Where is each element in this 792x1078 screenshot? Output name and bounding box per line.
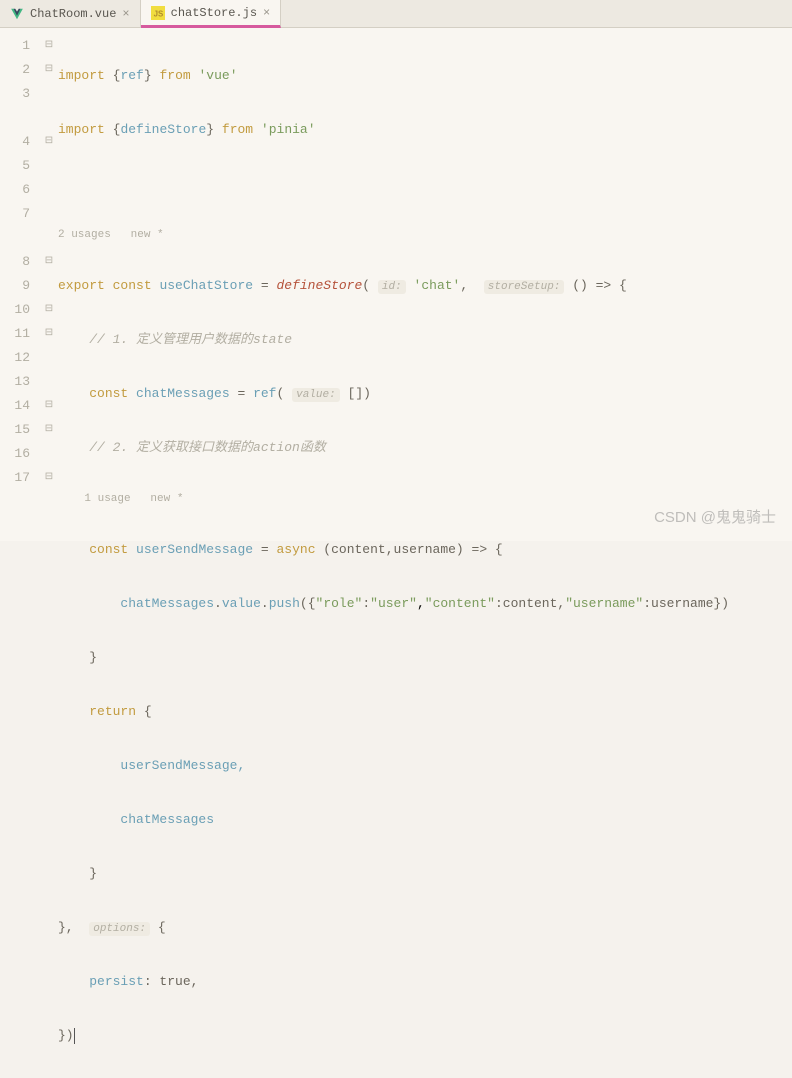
code-line: }	[58, 646, 792, 670]
line-number-gutter: 123 4567 891011121314151617	[0, 28, 40, 541]
code-line: // 1. 定义管理用户数据的state	[58, 328, 792, 352]
code-line: userSendMessage,	[58, 754, 792, 778]
cursor	[74, 1028, 75, 1044]
editor-tabs: ChatRoom.vue × JS chatStore.js ×	[0, 0, 792, 28]
code-line: chatMessages.value.push({"role":"user","…	[58, 592, 792, 616]
close-icon[interactable]: ×	[122, 7, 129, 21]
close-icon[interactable]: ×	[263, 6, 270, 20]
code-editor[interactable]: 123 4567 891011121314151617 ⊟⊟ ⊟ ⊟⊟⊟⊟⊟⊟ …	[0, 28, 792, 541]
code-line: const chatMessages = ref( value: [])	[58, 382, 792, 406]
code-line: import {defineStore} from 'pinia'	[58, 118, 792, 142]
tab-label: ChatRoom.vue	[30, 7, 116, 21]
code-line: }, options: {	[58, 916, 792, 940]
svg-text:JS: JS	[153, 9, 163, 18]
code-line: const userSendMessage = async (content,u…	[58, 538, 792, 562]
code-line	[58, 172, 792, 196]
code-line: chatMessages	[58, 808, 792, 832]
code-line: return {	[58, 700, 792, 724]
code-line: export const useChatStore = defineStore(…	[58, 274, 792, 298]
code-line: }	[58, 862, 792, 886]
fold-gutter[interactable]: ⊟⊟ ⊟ ⊟⊟⊟⊟⊟⊟	[40, 28, 58, 541]
js-icon: JS	[151, 6, 165, 20]
code-line: persist: true,	[58, 970, 792, 994]
tab-label: chatStore.js	[171, 6, 257, 20]
vue-icon	[10, 7, 24, 21]
code-area[interactable]: import {ref} from 'vue' import {defineSt…	[58, 28, 792, 541]
tab-chatroom[interactable]: ChatRoom.vue ×	[0, 0, 141, 27]
usage-hint: 2 usages new *	[58, 226, 792, 244]
code-line: })	[58, 1024, 792, 1048]
tab-chatstore[interactable]: JS chatStore.js ×	[141, 0, 282, 28]
code-line: import {ref} from 'vue'	[58, 64, 792, 88]
code-line: // 2. 定义获取接口数据的action函数	[58, 436, 792, 460]
watermark: CSDN @鬼鬼骑士	[654, 506, 776, 527]
